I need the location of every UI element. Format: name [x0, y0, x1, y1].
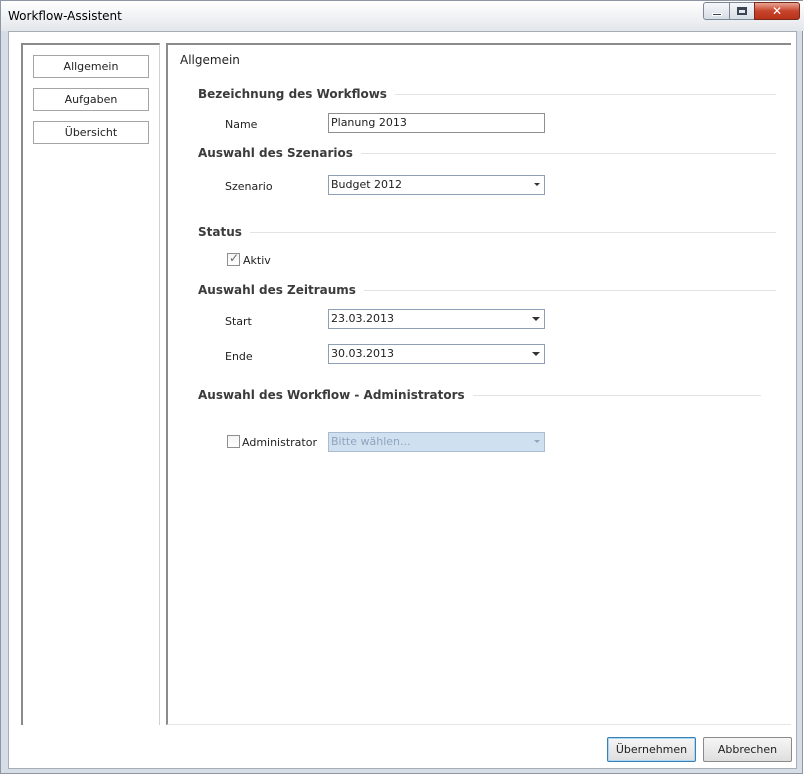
start-date-picker[interactable]: 23.03.2013 [328, 309, 545, 329]
nav-button-aufgaben[interactable]: Aufgaben [33, 88, 149, 111]
minimize-icon [711, 12, 722, 16]
section-divider [472, 394, 761, 396]
section-title: Auswahl des Workflow - Administrators [198, 388, 465, 402]
scenario-label: Szenario [225, 180, 273, 193]
section-divider [394, 93, 776, 95]
end-label: Ende [225, 350, 253, 363]
section-divider [363, 289, 776, 291]
maximize-button[interactable] [729, 2, 755, 20]
administrator-label: Administrator [242, 436, 317, 449]
cancel-button[interactable]: Abbrechen [703, 737, 792, 762]
name-input[interactable]: Planung 2013 [328, 113, 545, 133]
start-date-value: 23.03.2013 [331, 312, 394, 325]
section-workflow-name: Bezeichnung des Workflows [198, 86, 776, 102]
section-divider [249, 231, 776, 233]
section-period: Auswahl des Zeitraums [198, 282, 776, 298]
nav-button-allgemein[interactable]: Allgemein [33, 55, 149, 78]
end-date-value: 30.03.2013 [331, 347, 394, 360]
section-title: Status [198, 225, 242, 239]
dialog-window: Workflow-Assistent ✕ Allgemein Aufgaben … [0, 0, 804, 774]
chevron-down-icon [532, 352, 540, 356]
content-panel: Allgemein Bezeichnung des Workflows Name… [166, 43, 791, 725]
end-date-picker[interactable]: 30.03.2013 [328, 344, 545, 364]
name-label: Name [225, 118, 258, 131]
dialog-client-area: Allgemein Aufgaben Übersicht Allgemein B… [8, 31, 797, 769]
apply-button[interactable]: Übernehmen [607, 737, 696, 762]
title-bar[interactable]: Workflow-Assistent ✕ [1, 1, 804, 31]
page-title: Allgemein [180, 53, 240, 67]
close-icon: ✕ [771, 4, 783, 18]
section-administrator: Auswahl des Workflow - Administrators [198, 387, 761, 403]
administrator-placeholder: Bitte wählen... [331, 435, 411, 448]
chevron-down-icon [532, 317, 540, 321]
section-title: Auswahl des Szenarios [198, 146, 353, 160]
administrator-dropdown: Bitte wählen... [328, 432, 545, 452]
maximize-icon [737, 7, 747, 15]
section-status: Status [198, 224, 776, 240]
chevron-down-icon [534, 440, 540, 443]
scenario-value: Budget 2012 [331, 178, 403, 191]
checkmark-icon: ✓ [229, 251, 240, 265]
chevron-down-icon [534, 183, 540, 186]
active-checkbox[interactable]: ✓ [227, 251, 240, 266]
window-controls: ✕ [703, 2, 800, 20]
nav-button-uebersicht[interactable]: Übersicht [33, 121, 149, 144]
window-title: Workflow-Assistent [8, 9, 122, 23]
active-label: Aktiv [243, 254, 271, 267]
scenario-dropdown[interactable]: Budget 2012 [328, 175, 545, 195]
section-title: Bezeichnung des Workflows [198, 87, 387, 101]
section-title: Auswahl des Zeitraums [198, 283, 356, 297]
section-divider [360, 152, 776, 154]
nav-panel: Allgemein Aufgaben Übersicht [21, 43, 160, 725]
close-button[interactable]: ✕ [754, 2, 800, 20]
minimize-button[interactable] [703, 2, 730, 20]
section-scenario: Auswahl des Szenarios [198, 145, 776, 161]
administrator-checkbox[interactable] [227, 435, 240, 448]
start-label: Start [225, 315, 252, 328]
